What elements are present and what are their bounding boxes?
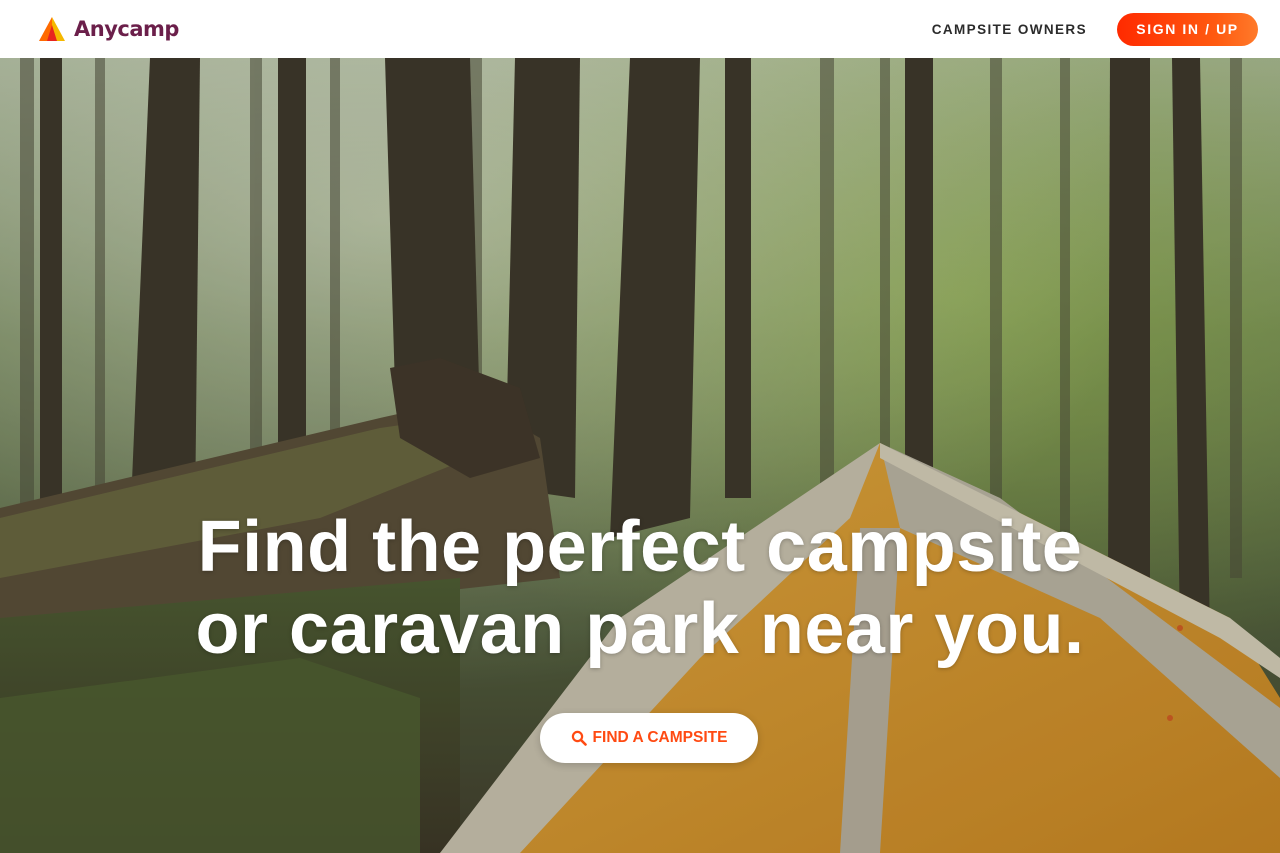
- brand-name: Anycamp: [74, 17, 179, 41]
- campsite-owners-link[interactable]: CAMPSITE OWNERS: [932, 22, 1087, 37]
- tent-logo-icon: [39, 17, 65, 41]
- find-campsite-button[interactable]: FIND A CAMPSITE: [540, 713, 758, 763]
- brand-logo-link[interactable]: Anycamp: [38, 16, 179, 42]
- hero-title: Find the perfect campsite or caravan par…: [0, 506, 1280, 670]
- site-header: Anycamp CAMPSITE OWNERS SIGN IN / UP: [0, 0, 1280, 58]
- top-nav: CAMPSITE OWNERS SIGN IN / UP: [932, 12, 1258, 46]
- find-campsite-label: FIND A CAMPSITE: [592, 729, 728, 746]
- hero-section: Find the perfect campsite or caravan par…: [0, 58, 1280, 853]
- hero-title-line-1: Find the perfect campsite: [197, 507, 1083, 587]
- search-icon: [571, 730, 587, 746]
- hero-title-line-2: or caravan park near you.: [195, 589, 1085, 669]
- sign-in-button[interactable]: SIGN IN / UP: [1117, 12, 1258, 46]
